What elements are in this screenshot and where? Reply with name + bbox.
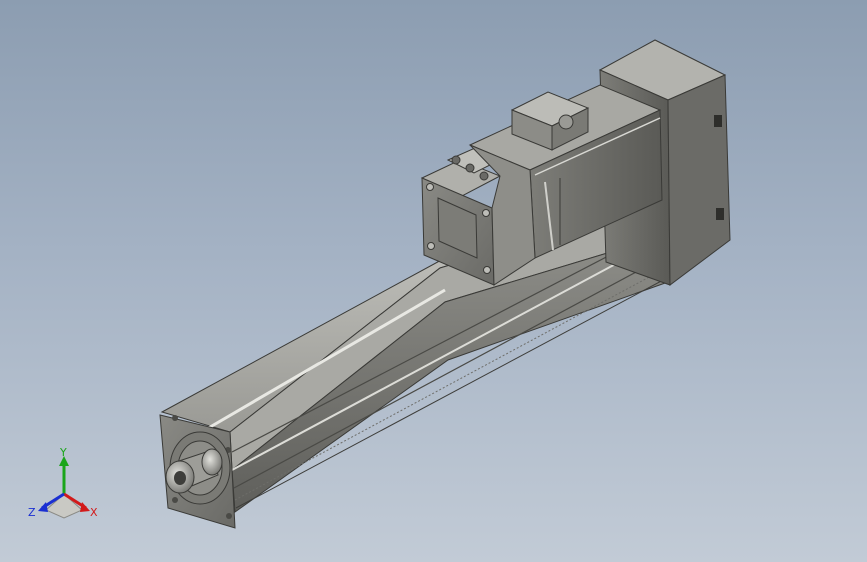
y-axis-label: Y: [59, 448, 67, 459]
actuator-model[interactable]: [0, 0, 867, 562]
orientation-triad[interactable]: Y X Z: [24, 448, 104, 528]
actuator-rail-body[interactable]: [160, 189, 669, 513]
endcap-bolt: [427, 242, 435, 250]
triad-base-icon: [45, 493, 83, 519]
x-axis-label: X: [90, 506, 98, 519]
encoder-screw: [479, 171, 489, 181]
encoder-screw: [465, 163, 475, 173]
encoder-screw: [451, 155, 461, 165]
3d-viewport[interactable]: Y X Z: [0, 0, 867, 562]
shaft-center-hole: [174, 471, 186, 485]
front-plate-bolt: [172, 497, 178, 503]
front-plate-bolt: [172, 415, 178, 421]
connector-screw: [558, 114, 574, 130]
gearbox-slot: [716, 208, 724, 220]
endcap-bolt: [426, 183, 434, 191]
shaft-collar: [201, 448, 223, 476]
gearbox-right-face: [667, 74, 731, 286]
z-axis-label: Z: [28, 506, 36, 519]
endcap-bolt: [483, 266, 491, 274]
gearbox-slot: [714, 115, 722, 127]
endcap-bolt: [482, 209, 490, 217]
front-plate-bolt: [226, 513, 232, 519]
